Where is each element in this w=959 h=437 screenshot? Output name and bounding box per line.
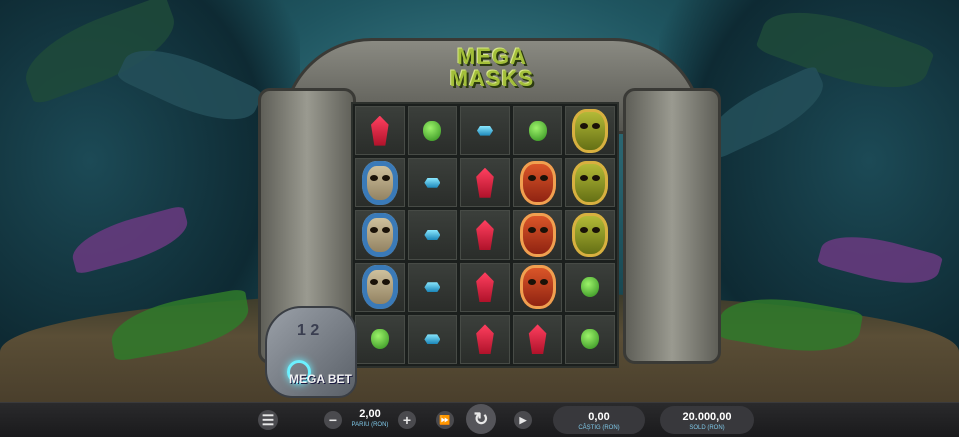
decrease-bet-button[interactable]: − — [324, 411, 342, 429]
blue-gem-symbol — [424, 177, 441, 188]
reel-cell — [512, 210, 563, 260]
reel-cell — [460, 314, 510, 364]
reel-cell — [407, 262, 458, 312]
green-mask-symbol — [572, 160, 609, 205]
win-label: CÂȘTIG (RON) — [578, 425, 620, 431]
bet-display: 2,00 PARIU (RON) — [346, 407, 394, 429]
bet-value: 2,00 — [359, 408, 381, 420]
reel-cell — [460, 106, 510, 156]
stone-digits: 1 2 — [297, 322, 320, 339]
red-mask-symbol — [519, 212, 556, 257]
menu-button[interactable]: ☰ — [258, 410, 278, 430]
bet-label: PARIU (RON) — [351, 422, 389, 428]
blue-gem-symbol — [424, 229, 441, 240]
spin-button[interactable]: ↻ — [466, 404, 496, 434]
green-mask-symbol — [572, 212, 609, 257]
win-display: 0,00 CÂȘTIG (RON) — [553, 406, 645, 434]
green-mask-symbol — [572, 108, 609, 153]
reel-cell — [460, 262, 510, 312]
red-gem-symbol — [370, 115, 389, 146]
red-gem-symbol — [476, 219, 494, 250]
autoplay-button[interactable]: ▶ — [514, 411, 532, 429]
plus-icon: + — [402, 412, 412, 428]
red-gem-symbol — [476, 324, 494, 355]
reel-cell — [565, 106, 615, 156]
reel-cell — [355, 106, 405, 156]
control-bar: ☰ − 2,00 PARIU (RON) + ⏩ ↻ ▶ 0,00 CÂȘTIG… — [0, 402, 959, 437]
blue-gem-symbol — [424, 282, 441, 293]
balance-value: 20.000,00 — [682, 411, 732, 423]
increase-bet-button[interactable]: + — [398, 411, 416, 429]
menu-icon: ☰ — [261, 411, 275, 428]
fast-forward-icon: ⏩ — [439, 414, 451, 425]
green-gem-symbol — [370, 329, 389, 350]
reel-cell — [355, 158, 405, 208]
reel-cell — [565, 158, 615, 208]
balance-display: 20.000,00 SOLD (RON) — [660, 406, 754, 434]
reel-cell — [565, 262, 615, 312]
reel-cell — [512, 106, 563, 156]
reel-cell — [355, 314, 405, 364]
reel-cell — [355, 210, 405, 260]
play-icon: ▶ — [519, 414, 527, 425]
spin-icon: ↻ — [473, 408, 489, 429]
reel-cell — [512, 158, 563, 208]
red-gem-symbol — [528, 324, 547, 355]
mega-bet-label[interactable]: MEGA BET — [289, 372, 352, 386]
win-value: 0,00 — [588, 411, 610, 423]
balance-label: SOLD (RON) — [689, 425, 725, 431]
reel-cell — [565, 210, 615, 260]
red-gem-symbol — [476, 167, 494, 198]
blue-mask-symbol — [361, 265, 398, 310]
reel-cell — [407, 314, 458, 364]
reel-cell — [407, 210, 458, 260]
turbo-button[interactable]: ⏩ — [436, 411, 454, 429]
green-gem-symbol — [581, 277, 600, 298]
green-gem-symbol — [581, 329, 600, 350]
reel-grid — [351, 102, 619, 368]
reel-cell — [565, 314, 615, 364]
green-gem-symbol — [528, 120, 547, 141]
red-mask-symbol — [519, 265, 556, 310]
blue-gem-symbol — [476, 125, 493, 136]
stone-pillar-right — [623, 88, 721, 364]
logo-line-1: MEGA — [457, 44, 527, 69]
reel-cell — [460, 210, 510, 260]
blue-gem-symbol — [424, 334, 441, 345]
reel-cell — [355, 262, 405, 312]
reel-cell — [407, 106, 458, 156]
blue-mask-symbol — [361, 160, 398, 205]
blue-mask-symbol — [361, 212, 398, 257]
minus-icon: − — [328, 412, 338, 428]
game-scene: MEGA MASKS 1 2 MEGA BET — [0, 0, 959, 402]
green-gem-symbol — [423, 120, 442, 141]
red-gem-symbol — [476, 272, 494, 303]
game-logo: MEGA MASKS — [432, 46, 552, 90]
logo-line-2: MASKS — [449, 66, 535, 91]
reel-cell — [460, 158, 510, 208]
reel-cell — [512, 314, 563, 364]
reel-cell — [512, 262, 563, 312]
reel-cell — [407, 158, 458, 208]
red-mask-symbol — [519, 160, 556, 205]
